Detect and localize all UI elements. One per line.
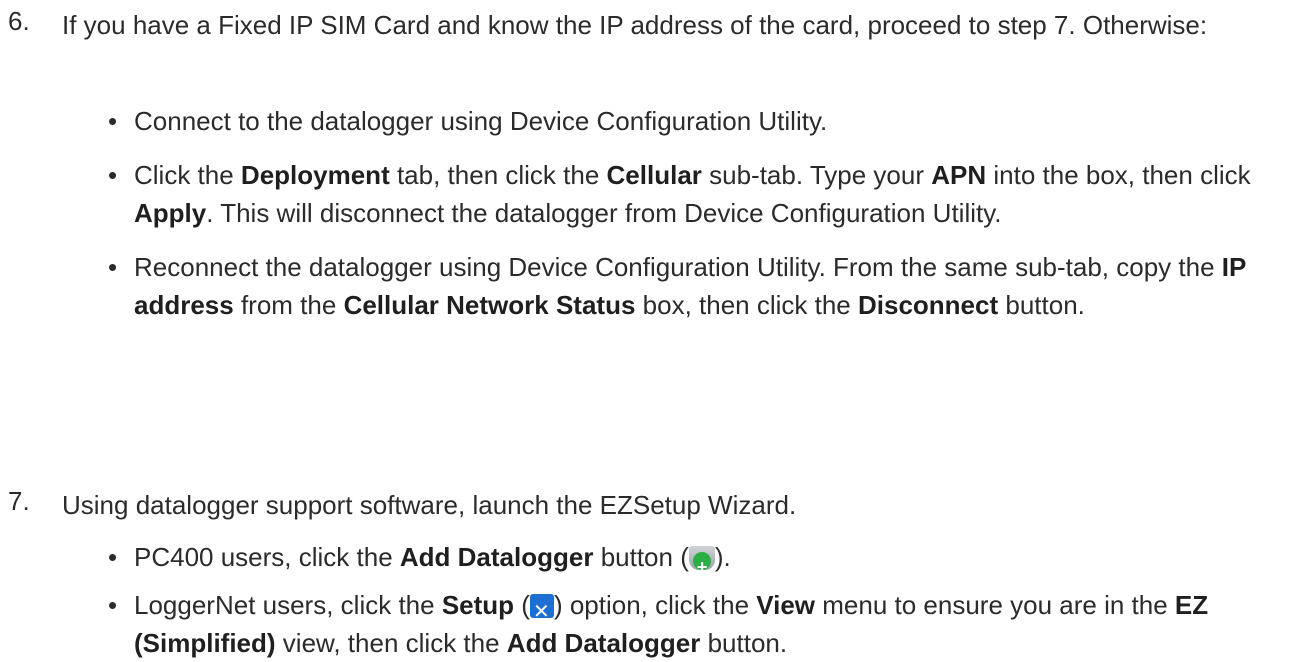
text-run: from the <box>233 290 344 320</box>
text-run: box, then click the <box>635 290 858 320</box>
list-item: LoggerNet users, click the Setup ( ) opti… <box>104 586 1299 662</box>
ui-term: APN <box>931 160 987 190</box>
ui-term: Setup <box>441 590 515 620</box>
text-run: button. <box>998 290 1085 320</box>
text-run: button ( <box>593 542 689 572</box>
text-run: ). <box>714 542 731 572</box>
ui-term: Apply <box>134 198 207 228</box>
text-run: ( <box>514 590 530 620</box>
setup-icon <box>529 593 554 631</box>
ui-term: View <box>756 590 816 620</box>
text-run: sub-tab. Type your <box>701 160 932 190</box>
ui-term: Disconnect <box>857 290 999 320</box>
ui-term: Deployment <box>240 160 390 190</box>
text-run: Connect to the datalogger using Device C… <box>134 106 828 136</box>
text-run: LoggerNet users, click the <box>134 590 442 620</box>
instructions-page: 6. If you have a Fixed IP SIM Card and k… <box>0 0 1299 658</box>
step-intro: If you have a Fixed IP SIM Card and know… <box>62 10 1208 40</box>
text-run: view, then click the <box>275 628 507 658</box>
text-run: button. <box>700 628 788 658</box>
ui-term: Cellular <box>606 160 702 190</box>
text-run: ) option, click the <box>553 590 757 620</box>
step-number: 6. <box>8 6 30 36</box>
list-item: Click the Deployment tab, then click the… <box>104 156 1299 232</box>
step-intro: Using datalogger support software, launc… <box>62 490 797 520</box>
text-run: tab, then click the <box>389 160 607 190</box>
text-run: . This will disconnect the datalogger fr… <box>206 198 1002 228</box>
step-number: 7. <box>8 486 30 516</box>
list-item: Reconnect the datalogger using Device Co… <box>104 248 1299 324</box>
list-item: Connect to the datalogger using Device C… <box>104 102 1299 140</box>
step-7-bullets: PC400 users, click the Add Datalogger bu… <box>104 530 1299 662</box>
ui-term: Cellular Network Status <box>343 290 636 320</box>
text-run: menu to ensure you are in the <box>815 590 1175 620</box>
add-datalogger-icon <box>688 546 715 586</box>
text-run: Click the <box>134 160 241 190</box>
ui-term: Add Datalogger <box>506 628 701 658</box>
step-6-bullets: Connect to the datalogger using Device C… <box>104 102 1299 324</box>
text-run: Reconnect the datalogger using Device Co… <box>134 252 1222 282</box>
text-run: PC400 users, click the <box>134 542 400 572</box>
list-item: PC400 users, click the Add Datalogger bu… <box>104 538 1299 586</box>
text-run: into the box, then click <box>986 160 1251 190</box>
ui-term: Add Datalogger <box>399 542 594 572</box>
